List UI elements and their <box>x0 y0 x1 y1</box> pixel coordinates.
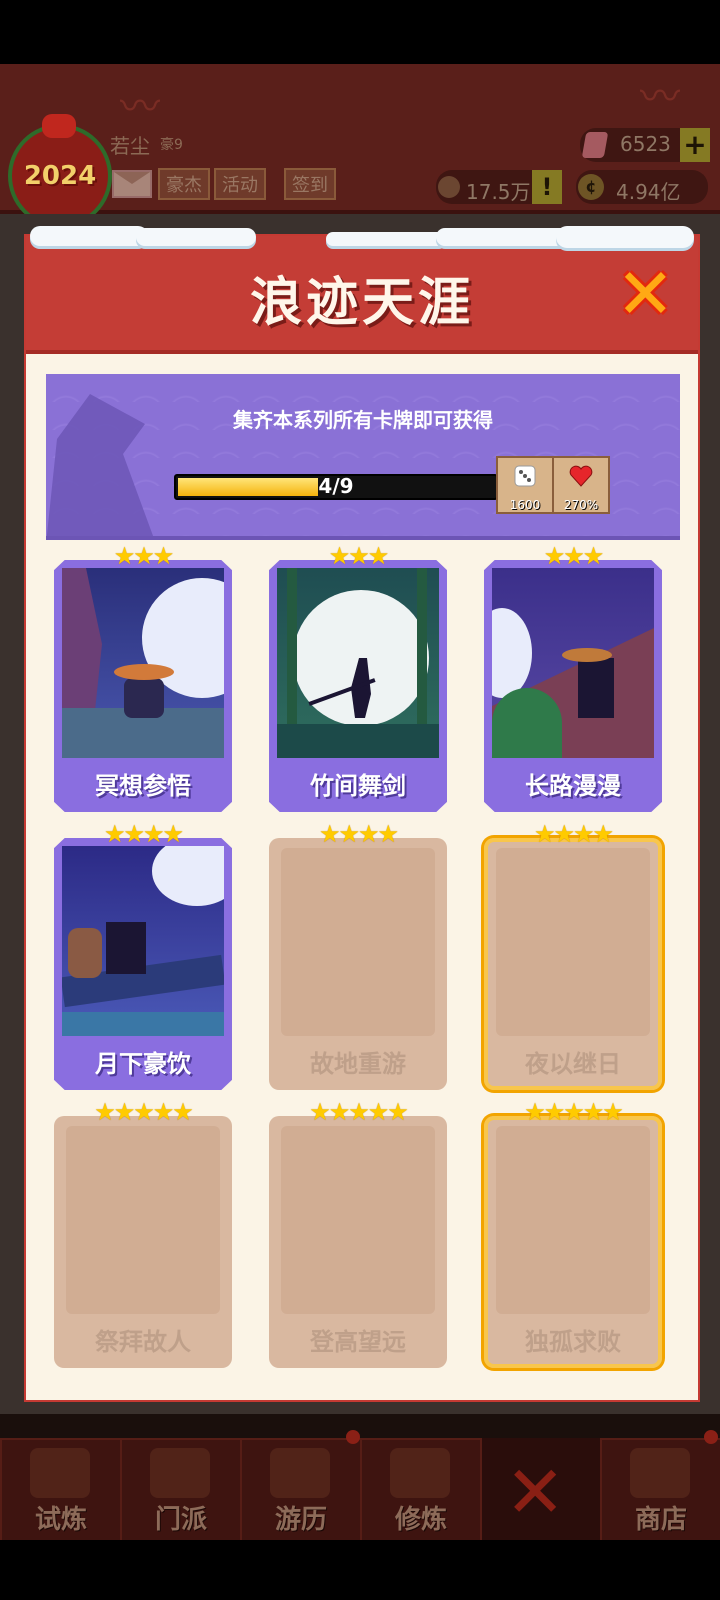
nav-sect[interactable]: 门派 <box>120 1438 242 1544</box>
card-name: 冥想参悟 <box>95 772 191 800</box>
snow-decoration <box>556 226 694 248</box>
figure-left <box>68 928 102 978</box>
card-art <box>492 568 654 758</box>
temple-icon <box>150 1448 210 1498</box>
card-name: 故地重游 <box>310 1050 406 1078</box>
banner-text: 集齐本系列所有卡牌即可获得 <box>233 408 493 432</box>
mountain-icon <box>270 1448 330 1498</box>
card-name: 竹间舞剑 <box>310 772 406 800</box>
shop-icon <box>630 1448 690 1498</box>
card-stars: ★★★★★ <box>524 1098 624 1126</box>
bottom-nav: 试炼 门派 游历 修炼 商店 <box>0 1430 720 1544</box>
straw-hat <box>114 664 174 680</box>
heart-icon <box>569 465 593 487</box>
card-long-road[interactable]: ★★★ 长路漫漫 <box>484 542 662 812</box>
card-stars: ★★★★★ <box>309 1098 409 1126</box>
card-stars: ★★★ <box>328 542 390 570</box>
system-nav-bar <box>0 1540 720 1600</box>
nav-shop[interactable]: 商店 <box>600 1438 720 1544</box>
username: 若尘 <box>110 134 150 158</box>
collection-progress-bar: 4/9 <box>174 474 498 500</box>
card-art <box>62 568 224 758</box>
event-2024-badge[interactable]: 2024 <box>8 114 112 228</box>
card-name: 登高望远 <box>310 1328 406 1356</box>
scroll-icon <box>390 1448 450 1498</box>
walking-figure <box>578 658 614 718</box>
card-art <box>62 846 224 1036</box>
card-name: 祭拜故人 <box>95 1328 191 1356</box>
card-name: 长路漫漫 <box>525 772 621 800</box>
card-stars: ★★★★★ <box>94 1098 194 1126</box>
card-meditation[interactable]: ★★★ 冥想参悟 <box>54 542 232 812</box>
card-name: 夜以继日 <box>525 1050 621 1078</box>
card-collection-modal: 浪迹天涯 ✕ 集齐本系列所有卡牌即可获得 4/9 1600 270% ★★★ 冥… <box>26 226 698 1400</box>
nav-close-icon[interactable]: ✕ <box>505 1456 565 1528</box>
card-locked-gold[interactable]: ★★★★★ 独孤求败 <box>484 1098 662 1368</box>
snow-decoration <box>326 232 446 246</box>
firecracker-icon <box>30 1448 90 1498</box>
signin-button[interactable]: 签到 <box>284 168 336 200</box>
series-reward-banner: 集齐本系列所有卡牌即可获得 4/9 1600 270% <box>46 374 680 540</box>
card-locked-gold[interactable]: ★★★★ 夜以继日 <box>484 820 662 1090</box>
nav-trial[interactable]: 试炼 <box>0 1438 122 1544</box>
straw-hat <box>562 648 612 662</box>
card-locked[interactable]: ★★★★ 故地重游 <box>269 820 447 1090</box>
dice-icon <box>514 465 536 487</box>
snow-decoration <box>30 226 148 246</box>
reward-dice[interactable]: 1600 <box>496 456 554 514</box>
resource-counter-1: 17.5万 ! <box>436 170 562 204</box>
card-placeholder <box>496 848 650 1036</box>
modal-title: 浪迹天涯 <box>249 273 474 333</box>
mail-icon[interactable] <box>112 170 152 198</box>
cloud-decoration: 〰 <box>640 74 680 120</box>
gold-counter: ¢ 4.94亿 <box>576 170 708 204</box>
notification-dot <box>346 1430 360 1444</box>
heroes-button[interactable]: 豪杰 <box>158 168 210 200</box>
card-stars: ★★★★ <box>533 820 614 848</box>
card-stars: ★★★ <box>113 542 175 570</box>
snow-decoration <box>136 228 256 246</box>
card-stars: ★★★★ <box>318 820 399 848</box>
card-locked[interactable]: ★★★★★ 祭拜故人 <box>54 1098 232 1368</box>
card-name: 月下豪饮 <box>95 1050 191 1078</box>
card-placeholder <box>496 1126 650 1314</box>
nav-cultivate[interactable]: 修炼 <box>360 1438 482 1544</box>
card-name: 独孤求败 <box>525 1328 621 1356</box>
card-moon-drink[interactable]: ★★★★ 月下豪饮 <box>54 820 232 1090</box>
meditating-figure <box>124 678 164 718</box>
status-bar <box>0 0 720 64</box>
activity-button[interactable]: 活动 <box>214 168 266 200</box>
snow-decoration <box>436 228 576 246</box>
reward-heart[interactable]: 270% <box>552 456 610 514</box>
coin-icon: ¢ <box>578 174 604 200</box>
card-placeholder <box>281 848 435 1036</box>
gem-icon <box>581 132 609 158</box>
modal-header: 浪迹天涯 ✕ <box>26 226 698 354</box>
card-art <box>277 568 439 758</box>
notification-dot <box>704 1430 718 1444</box>
card-placeholder <box>281 1126 435 1314</box>
card-stars: ★★★★ <box>103 820 184 848</box>
card-locked[interactable]: ★★★★★ 登高望远 <box>269 1098 447 1368</box>
add-gems-button[interactable]: + <box>680 128 710 162</box>
user-level: 豪9 <box>160 137 183 153</box>
resource-alert-button[interactable]: ! <box>532 170 562 204</box>
figure-right <box>106 922 146 974</box>
gem-counter: 6523 + <box>580 128 710 162</box>
card-placeholder <box>66 1126 220 1314</box>
cloud-decoration: 〰 <box>120 84 160 130</box>
nav-travel[interactable]: 游历 <box>240 1438 362 1544</box>
card-bamboo-sword[interactable]: ★★★ 竹间舞剑 <box>269 542 447 812</box>
bush <box>492 688 562 758</box>
bow-icon <box>42 114 76 138</box>
card-stars: ★★★ <box>543 542 605 570</box>
progress-text: 4/9 <box>318 474 354 498</box>
token-icon <box>438 176 460 198</box>
top-bar: 〰 〰 2024 若尘 豪9 豪杰 活动 签到 6523 + 17.5万 ! ¢… <box>0 64 720 228</box>
close-button[interactable]: ✕ <box>616 259 675 329</box>
